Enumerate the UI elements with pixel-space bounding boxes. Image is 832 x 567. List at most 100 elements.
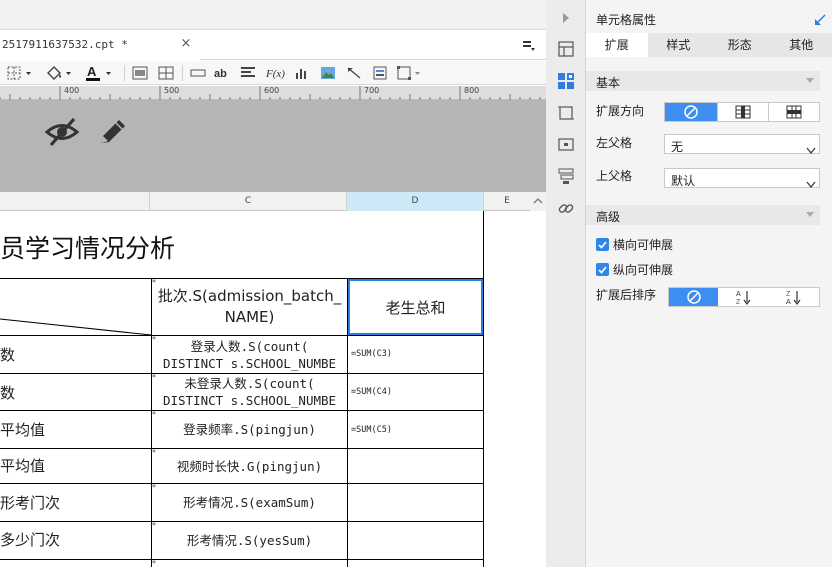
- svg-text:A: A: [736, 291, 741, 298]
- cell-properties-panel: 单元格属性 扩展 样式 形态 其他 基本 扩展方向 左父格 无 上父格 默认 高…: [586, 0, 832, 567]
- ruler-label: 600: [264, 86, 280, 95]
- diagonal-line: [0, 318, 152, 335]
- row-label: 多少门次: [0, 531, 61, 549]
- file-tab[interactable]: 2517911637532.cpt * ×: [0, 30, 200, 60]
- widget-setting-icon[interactable]: [556, 135, 576, 155]
- vertical-expandable-checkbox[interactable]: 纵向可伸展: [596, 261, 673, 278]
- condition-attribute-icon[interactable]: [556, 166, 576, 186]
- horizontal-expand-button[interactable]: [768, 103, 819, 121]
- border-icon[interactable]: [6, 63, 34, 83]
- column-header-c[interactable]: C: [150, 192, 347, 211]
- cell-attribute-icon[interactable]: [556, 71, 576, 91]
- section-advanced[interactable]: 高级: [586, 205, 820, 225]
- top-parent-select[interactable]: 默认: [664, 168, 820, 189]
- column-header-d[interactable]: D: [347, 192, 484, 211]
- widget-icon[interactable]: [396, 63, 424, 83]
- ruler-label: 400: [64, 86, 80, 95]
- panel-title: 单元格属性: [596, 13, 657, 27]
- cell-d3[interactable]: =SUM(C3): [351, 349, 392, 359]
- svg-text:A: A: [786, 299, 791, 305]
- close-tab-icon[interactable]: ×: [180, 37, 192, 51]
- collapse-right-icon[interactable]: [556, 8, 576, 28]
- file-tab-bar: 2517911637532.cpt * ×: [0, 30, 546, 60]
- top-parent-label: 上父格: [596, 169, 633, 183]
- section-advanced-label: 高级: [596, 210, 621, 224]
- rich-text-icon[interactable]: [238, 63, 258, 83]
- left-parent-label: 左父格: [596, 136, 633, 150]
- collapse-arrow-icon: [806, 78, 814, 83]
- sort-ascending-icon[interactable]: AZ: [718, 288, 768, 306]
- cell-header-d-selected[interactable]: 老生总和: [348, 279, 483, 335]
- row-label: 数: [0, 346, 16, 364]
- formula-icon[interactable]: F(x): [264, 63, 286, 83]
- report-title: 员学习情况分析: [0, 234, 176, 263]
- row-label: 数: [0, 384, 16, 402]
- tab-form[interactable]: 形态: [709, 33, 771, 57]
- horizontal-expandable-label: 横向可伸展: [613, 238, 674, 252]
- right-pane: 单元格属性 扩展 样式 形态 其他 基本 扩展方向 左父格 无 上父格 默认 高…: [546, 0, 832, 567]
- chevron-down-icon: [806, 140, 816, 159]
- svg-text:F(x): F(x): [265, 68, 285, 80]
- fill-color-icon[interactable]: [44, 63, 76, 83]
- text-field-icon[interactable]: [188, 63, 208, 83]
- column-header-bar: C D E: [0, 192, 546, 211]
- float-element-icon[interactable]: [556, 103, 576, 123]
- scroll-up-icon[interactable]: [530, 192, 546, 211]
- cell-c4[interactable]: 未登录人数.S(count( DISTINCT s.SCHOOL_NUMBE: [152, 374, 347, 410]
- panel-tabs: 扩展 样式 形态 其他: [586, 33, 832, 57]
- edit-pencil-icon[interactable]: [96, 116, 130, 152]
- tab-menu-icon[interactable]: [522, 38, 536, 52]
- horizontal-expandable-checkbox[interactable]: 横向可伸展: [596, 236, 673, 253]
- checkmark-icon: [596, 263, 609, 276]
- text-icon[interactable]: ab: [212, 63, 234, 83]
- cell-c7[interactable]: 形考情况.S(examSum): [152, 484, 347, 521]
- tab-style[interactable]: 样式: [648, 33, 710, 57]
- section-basic[interactable]: 基本: [586, 71, 820, 91]
- report-editor: 2517911637532.cpt * × A ab F(x) 400 500 …: [0, 0, 546, 567]
- sort-after-expand-label: 扩展后排序: [596, 288, 657, 302]
- row-label: 平均值: [0, 457, 46, 475]
- sort-selector: AZ ZA: [668, 287, 820, 307]
- cell-d4[interactable]: =SUM(C4): [351, 387, 392, 397]
- collapse-panel-icon[interactable]: [814, 11, 826, 30]
- vertical-expand-button[interactable]: [717, 103, 768, 121]
- checkmark-icon: [596, 238, 609, 251]
- merge-cells-icon[interactable]: [130, 63, 150, 83]
- vertical-expandable-label: 纵向可伸展: [613, 263, 674, 277]
- hide-eye-icon[interactable]: [44, 116, 80, 152]
- column-header-e[interactable]: E: [484, 192, 530, 211]
- side-rail: [546, 0, 586, 567]
- spreadsheet-grid[interactable]: 员学习情况分析 * 批次.S(admission_batch_ NAME) 老生…: [0, 211, 530, 567]
- left-parent-select[interactable]: 无: [664, 134, 820, 155]
- svg-text:Z: Z: [786, 291, 791, 298]
- expand-direction-selector: [664, 102, 820, 122]
- svg-text:A: A: [87, 64, 97, 79]
- tab-expand[interactable]: 扩展: [586, 33, 648, 57]
- sort-descending-icon[interactable]: ZA: [769, 288, 819, 306]
- cell-c8[interactable]: 形考情况.S(yesSum): [152, 522, 347, 559]
- cell-c3[interactable]: 登录人数.S(count( DISTINCT s.SCHOOL_NUMBE: [152, 336, 347, 373]
- cell-c6[interactable]: 视频时长快.G(pingjun): [152, 449, 347, 483]
- horizontal-ruler: 400 500 600 700 800: [0, 86, 546, 100]
- ruler-label: 700: [364, 86, 380, 95]
- image-icon[interactable]: [318, 63, 338, 83]
- split-cells-icon[interactable]: [156, 63, 176, 83]
- ruler-label: 800: [464, 86, 480, 95]
- chart-icon[interactable]: [292, 63, 312, 83]
- row-label: 平均值: [0, 421, 46, 439]
- no-sort-button[interactable]: [669, 288, 719, 306]
- sub-report-icon[interactable]: [370, 63, 390, 83]
- cell-header-c[interactable]: 批次.S(admission_batch_ NAME): [152, 279, 347, 335]
- left-parent-value: 无: [671, 140, 684, 154]
- hyperlink-icon[interactable]: [556, 198, 576, 218]
- cell-c5[interactable]: 登录频率.S(pingjun): [152, 411, 347, 448]
- cell-d5[interactable]: =SUM(C5): [351, 425, 392, 435]
- font-color-icon[interactable]: A: [84, 63, 116, 83]
- no-expand-button[interactable]: [665, 103, 717, 121]
- column-header-b[interactable]: [0, 192, 150, 211]
- cell-element-icon[interactable]: [556, 39, 576, 59]
- slash-icon[interactable]: [344, 63, 364, 83]
- tab-other[interactable]: 其他: [771, 33, 832, 57]
- row-label: 形考门次: [0, 494, 61, 512]
- section-basic-label: 基本: [596, 76, 621, 90]
